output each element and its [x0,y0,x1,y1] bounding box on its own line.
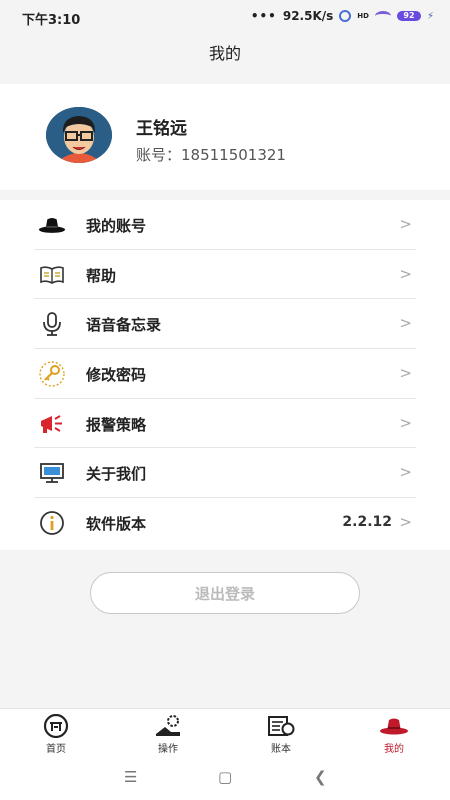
home-coin-icon [0,713,112,739]
status-right: ••• 92.5K/s HD 92 ⚡ [251,9,434,23]
megaphone-icon [38,411,66,437]
settings-menu: 我的账号 > 帮助 > 语音备忘录 > 修改密码 > 报警策略 > 关于我们 > [0,200,450,550]
system-nav-bar: ☰ ▢ ❮ [0,756,450,800]
back-icon[interactable]: ❮ [314,768,327,786]
menu-item-voice-memo[interactable]: 语音备忘录 > [34,299,416,350]
status-time: 下午3:10 [22,13,81,28]
profile-card[interactable]: 王铭远 账号：18511501321 [0,84,450,190]
ledger-icon [225,713,337,739]
menu-item-label: 关于我们 [86,465,147,484]
wifi-icon [374,11,391,21]
chevron-right-icon: > [399,463,412,482]
hat-icon [338,713,450,739]
page-title: 我的 [0,32,450,76]
tab-ledger[interactable]: 账本 [225,713,337,755]
chevron-right-icon: > [399,513,412,532]
profile-name: 王铭远 [136,119,187,139]
hat-icon [38,212,66,238]
status-bar: 下午3:10 ••• 92.5K/s HD 92 ⚡ [0,0,450,32]
chevron-right-icon: > [399,215,412,233]
menu-item-change-password[interactable]: 修改密码 > [34,349,416,399]
menu-item-label: 帮助 [86,266,117,285]
home-square-icon[interactable]: ▢ [218,768,232,786]
chevron-right-icon: > [399,264,412,283]
tab-mine[interactable]: 我的 [338,713,450,755]
tab-label: 操作 [158,744,178,755]
book-icon [38,262,66,288]
operation-icon [112,713,224,739]
menu-item-software-version[interactable]: 软件版本 2.2.12 > [34,498,416,548]
avatar[interactable] [46,107,112,163]
menu-item-label: 报警策略 [86,415,147,434]
chevron-right-icon: > [399,413,412,432]
hd-icon: HD [357,11,369,20]
menu-item-label: 软件版本 [86,515,147,534]
menu-item-about-us[interactable]: 关于我们 > [34,448,416,499]
menu-item-my-account[interactable]: 我的账号 > [34,200,416,250]
tab-label: 首页 [46,744,66,755]
chevron-right-icon: > [399,314,412,333]
monitor-icon [38,460,66,486]
menu-icon[interactable]: ☰ [124,768,137,786]
menu-item-help[interactable]: 帮助 > [34,250,416,300]
battery-icon: 92 [396,11,421,21]
menu-item-label: 修改密码 [86,366,147,385]
microphone-icon [38,311,66,337]
key-icon [38,361,66,387]
version-value: 2.2.12 [342,514,392,531]
tab-label: 账本 [271,744,291,755]
menu-item-label: 语音备忘录 [86,316,162,335]
alarm-icon [339,10,352,22]
info-icon [38,510,66,536]
charging-icon: ⚡ [426,10,434,22]
tab-operation[interactable]: 操作 [112,713,224,755]
logout-button[interactable]: 退出登录 [90,572,360,614]
chevron-right-icon: > [399,364,412,383]
bottom-tab-bar: 首页 操作 账本 我的 [0,708,450,756]
tab-home[interactable]: 首页 [0,713,112,755]
status-dots: ••• [250,9,277,23]
menu-item-alarm-policy[interactable]: 报警策略 > [34,399,416,449]
network-speed: 92.5K/s [282,9,334,23]
tab-label: 我的 [384,744,404,755]
menu-item-label: 我的账号 [86,217,147,235]
profile-account: 账号：18511501321 [136,146,286,164]
